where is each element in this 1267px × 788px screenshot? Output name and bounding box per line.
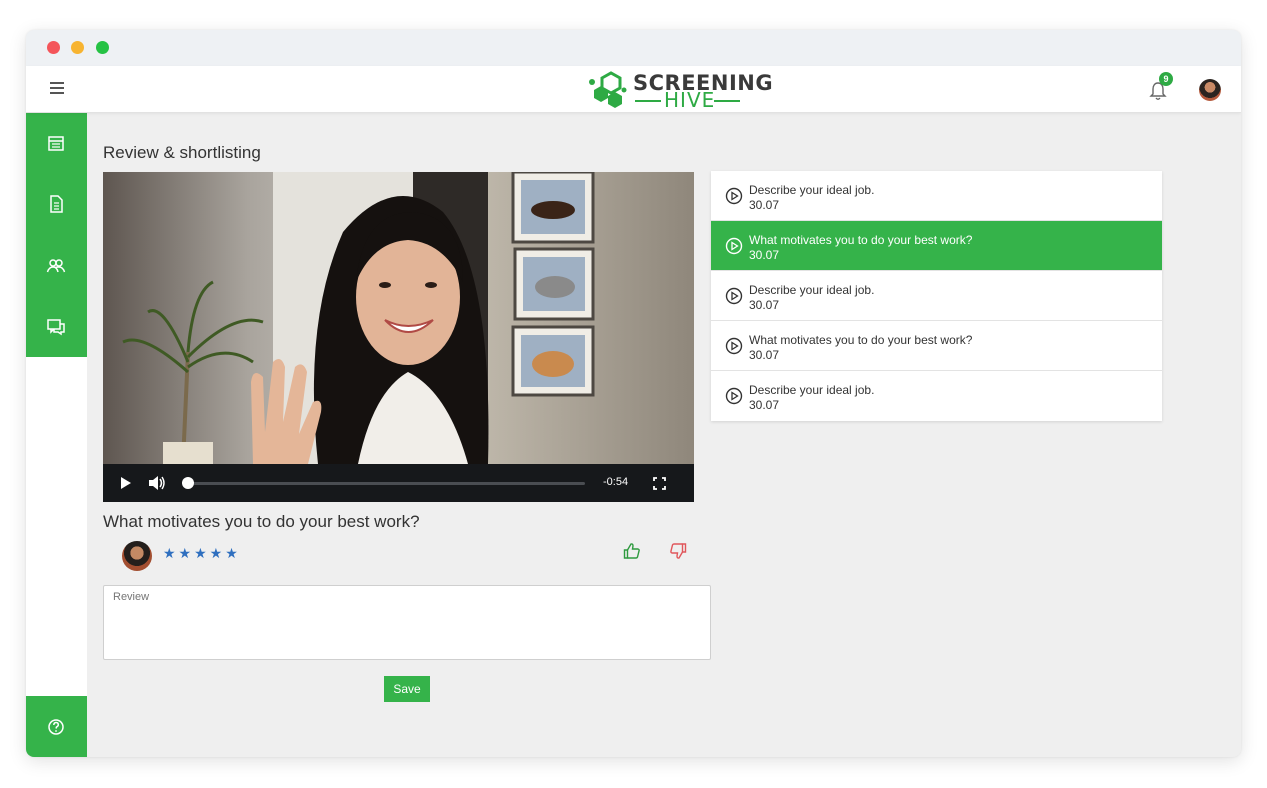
- review-textarea[interactable]: [103, 585, 711, 660]
- play-circle-icon: [725, 237, 743, 255]
- sidebar-nav: [26, 112, 87, 357]
- logo-divider-left: [635, 100, 661, 102]
- candidate-video-frame: [103, 172, 694, 464]
- play-icon[interactable]: [118, 476, 132, 490]
- question-list-item[interactable]: Describe your ideal job. 30.07: [711, 271, 1162, 321]
- play-circle-icon: [725, 337, 743, 355]
- question-list-item-active[interactable]: What motivates you to do your best work?…: [711, 221, 1162, 271]
- app-window: SCREENING HIVE 9 Review & shortlisting -…: [26, 30, 1241, 757]
- top-navbar: SCREENING HIVE 9: [26, 66, 1241, 113]
- notification-badge: 9: [1159, 72, 1173, 86]
- video-scrubber-handle[interactable]: [182, 477, 194, 489]
- app-logo[interactable]: SCREENING HIVE: [586, 70, 773, 112]
- fullscreen-icon[interactable]: [653, 477, 666, 490]
- chat-icon[interactable]: [46, 317, 66, 337]
- window-titlebar: [26, 30, 1241, 66]
- star-rating[interactable]: ★★★★★: [163, 545, 241, 562]
- logo-text-hive: HIVE: [664, 88, 716, 112]
- question-duration: 30.07: [749, 198, 780, 212]
- question-duration: 30.07: [749, 348, 780, 362]
- video-time-remaining: -0:54: [603, 476, 629, 488]
- logo-divider-right: [714, 100, 740, 102]
- question-text: What motivates you to do your best work?: [749, 333, 973, 347]
- question-duration: 30.07: [749, 398, 780, 412]
- thumbs-up-icon[interactable]: [623, 542, 641, 560]
- close-window-button[interactable]: [47, 41, 60, 54]
- sidebar-help: [26, 696, 87, 757]
- volume-icon[interactable]: [148, 475, 166, 491]
- maximize-window-button[interactable]: [96, 41, 109, 54]
- video-progress-bar[interactable]: [188, 482, 585, 485]
- minimize-window-button[interactable]: [71, 41, 84, 54]
- question-text: Describe your ideal job.: [749, 383, 875, 397]
- question-text: What motivates you to do your best work?: [749, 233, 973, 247]
- user-avatar[interactable]: [1199, 79, 1221, 101]
- question-list-item[interactable]: Describe your ideal job. 30.07: [711, 371, 1162, 421]
- question-duration: 30.07: [749, 298, 780, 312]
- users-icon[interactable]: [46, 256, 66, 276]
- question-list-item[interactable]: Describe your ideal job. 30.07: [711, 171, 1162, 221]
- play-circle-icon: [725, 187, 743, 205]
- hive-logo-icon: [589, 71, 627, 108]
- play-circle-icon: [725, 387, 743, 405]
- document-icon[interactable]: [46, 194, 66, 214]
- menu-icon[interactable]: [50, 82, 64, 94]
- help-icon[interactable]: [46, 717, 66, 737]
- reviewer-avatar: [122, 541, 152, 571]
- question-list-item[interactable]: What motivates you to do your best work?…: [711, 321, 1162, 371]
- question-text: Describe your ideal job.: [749, 283, 875, 297]
- question-text: Describe your ideal job.: [749, 183, 875, 197]
- sidebar-spacer: [26, 357, 87, 696]
- video-player[interactable]: -0:54: [103, 172, 694, 502]
- page-title: Review & shortlisting: [103, 143, 261, 162]
- question-list: Describe your ideal job. 30.07 What moti…: [711, 171, 1162, 421]
- play-circle-icon: [725, 287, 743, 305]
- save-button[interactable]: Save: [384, 676, 430, 702]
- calendar-icon[interactable]: [46, 133, 66, 153]
- current-question-title: What motivates you to do your best work?: [103, 512, 420, 531]
- question-duration: 30.07: [749, 248, 780, 262]
- video-controls: -0:54: [103, 464, 694, 502]
- thumbs-down-icon[interactable]: [669, 542, 687, 560]
